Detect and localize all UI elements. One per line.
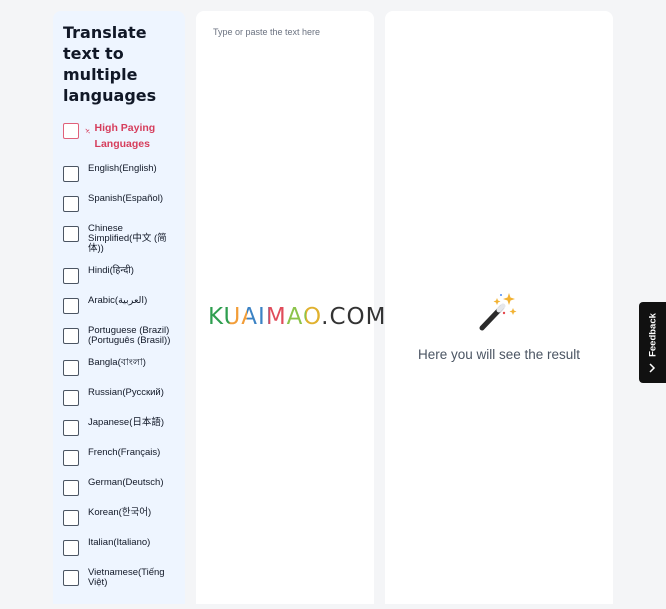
checkbox[interactable] bbox=[63, 268, 79, 284]
feedback-button[interactable]: Feedback bbox=[639, 302, 666, 383]
checkbox[interactable] bbox=[63, 298, 79, 314]
checkbox[interactable] bbox=[63, 196, 79, 212]
lang-label: German(Deutsch) bbox=[88, 477, 164, 488]
lang-item-arabic[interactable]: Arabic(العربية) bbox=[63, 296, 177, 314]
checkbox[interactable] bbox=[63, 420, 79, 436]
lang-item-french[interactable]: French(Français) bbox=[63, 448, 177, 466]
checkbox[interactable] bbox=[63, 226, 79, 242]
lang-item-german[interactable]: German(Deutsch) bbox=[63, 478, 177, 496]
sparkle-icon bbox=[85, 128, 91, 134]
lang-label: High Paying Languages bbox=[94, 122, 156, 150]
lang-label: Bangla(বাংলা) bbox=[88, 357, 146, 368]
lang-label: Chinese Simplified(中文 (简体)) bbox=[88, 223, 167, 254]
feedback-label: Feedback bbox=[647, 313, 658, 357]
lang-label: French(Français) bbox=[88, 447, 161, 458]
watermark: KUAIMAO.COM bbox=[208, 304, 386, 330]
checkbox[interactable] bbox=[63, 360, 79, 376]
lang-label: Spanish(Español) bbox=[88, 193, 163, 204]
chevron-right-icon bbox=[649, 363, 656, 373]
lang-label: Hindi(हिन्दी) bbox=[88, 265, 134, 276]
checkbox[interactable] bbox=[63, 480, 79, 496]
lang-item-spanish[interactable]: Spanish(Español) bbox=[63, 194, 177, 212]
lang-item-portuguese-brazil[interactable]: Portuguese (Brazil)(Português (Brasil)) bbox=[63, 326, 177, 346]
lang-label: Russian(Русский) bbox=[88, 387, 164, 398]
lang-item-japanese[interactable]: Japanese(日本語) bbox=[63, 418, 177, 436]
result-placeholder: Here you will see the result bbox=[417, 347, 581, 362]
lang-label: Korean(한국어) bbox=[88, 507, 152, 518]
lang-item-bangla[interactable]: Bangla(বাংলা) bbox=[63, 358, 177, 376]
sidebar-title: Translate text to multiple languages bbox=[63, 23, 157, 105]
lang-label: English(English) bbox=[88, 163, 157, 174]
lang-label: Vietnamese(Tiếng Việt) bbox=[88, 567, 165, 588]
lang-label: Portuguese (Brazil)(Português (Brasil)) bbox=[88, 325, 171, 346]
language-list: High Paying Languages English(English) S… bbox=[63, 120, 177, 588]
lang-item-vietnamese[interactable]: Vietnamese(Tiếng Việt) bbox=[63, 568, 177, 588]
checkbox[interactable] bbox=[63, 166, 79, 182]
checkbox[interactable] bbox=[63, 540, 79, 556]
result-panel: Here you will see the result bbox=[385, 11, 613, 604]
lang-label: Japanese(日本語) bbox=[88, 417, 165, 428]
lang-label: Arabic(العربية) bbox=[88, 295, 148, 306]
lang-item-high-paying[interactable]: High Paying Languages bbox=[63, 120, 177, 152]
checkbox[interactable] bbox=[63, 390, 79, 406]
checkbox[interactable] bbox=[63, 328, 79, 344]
magic-wand-icon bbox=[479, 293, 517, 331]
watermark-text: KUAIMAO.COM bbox=[208, 304, 387, 330]
lang-item-korean[interactable]: Korean(한국어) bbox=[63, 508, 177, 526]
checkbox[interactable] bbox=[63, 450, 79, 466]
lang-label: Italian(Italiano) bbox=[88, 537, 151, 548]
lang-item-italian[interactable]: Italian(Italiano) bbox=[63, 538, 177, 556]
lang-item-hindi[interactable]: Hindi(हिन्दी) bbox=[63, 266, 177, 284]
lang-item-english[interactable]: English(English) bbox=[63, 164, 177, 182]
lang-item-chinese-simplified[interactable]: Chinese Simplified(中文 (简体)) bbox=[63, 224, 177, 254]
checkbox[interactable] bbox=[63, 510, 79, 526]
checkbox[interactable] bbox=[63, 123, 79, 139]
checkbox[interactable] bbox=[63, 570, 79, 586]
language-sidebar: Translate text to multiple languages Hig… bbox=[53, 11, 185, 604]
lang-item-russian[interactable]: Russian(Русский) bbox=[63, 388, 177, 406]
